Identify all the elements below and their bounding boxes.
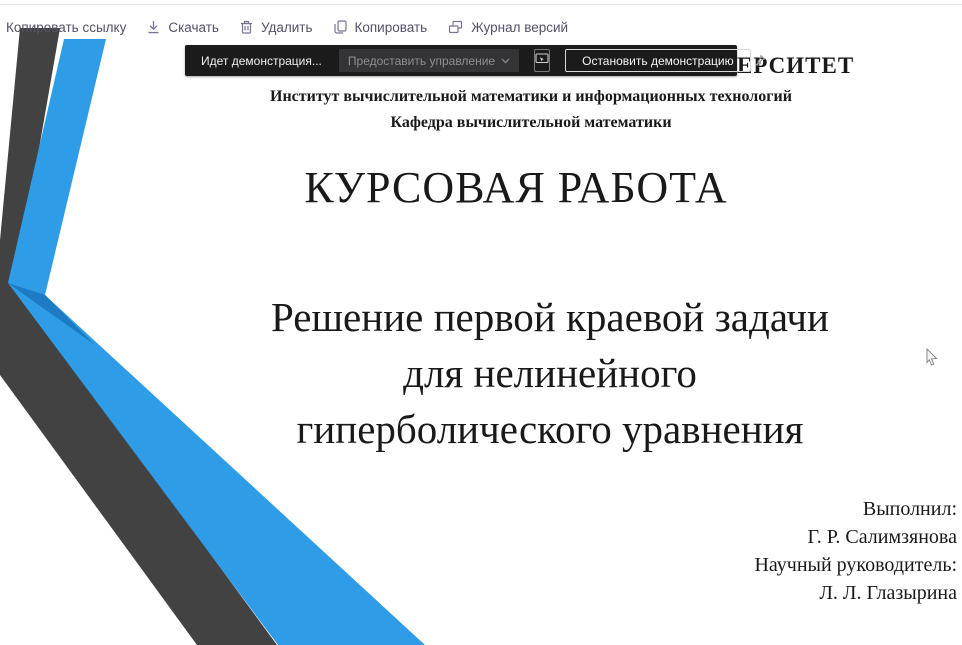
copy-button[interactable]: Копировать: [334, 20, 428, 35]
download-icon: [147, 20, 160, 34]
version-history-icon: [448, 20, 463, 34]
delete-label: Удалить: [261, 20, 313, 35]
copy-label: Копировать: [355, 20, 428, 35]
credits-line-3: Научный руководитель:: [754, 551, 957, 579]
department-line: Кафедра вычислительной математики: [51, 110, 962, 136]
version-history-label: Журнал версий: [471, 20, 568, 35]
title-line-1: Решение первой краевой задачи: [150, 289, 950, 345]
download-label: Скачать: [168, 20, 219, 35]
slide-main-title: Решение первой краевой задачи для нелине…: [150, 289, 950, 457]
give-control-button[interactable]: Предоставить управление: [339, 49, 519, 72]
pin-icon[interactable]: [751, 52, 768, 69]
share-screen-icon: [535, 53, 549, 68]
share-screen-button[interactable]: [534, 49, 550, 72]
title-line-2: для нелинейного: [150, 345, 950, 401]
give-control-label: Предоставить управление: [348, 54, 495, 68]
delete-button[interactable]: Удалить: [240, 20, 313, 35]
presentation-control-bar: Идет демонстрация... Предоставить управл…: [185, 45, 737, 76]
copy-link-button[interactable]: Копировать ссылку: [6, 20, 126, 35]
download-button[interactable]: Скачать: [147, 20, 219, 35]
credits-line-4: Л. Л. Глазырина: [754, 579, 957, 607]
version-history-button[interactable]: Журнал версий: [448, 20, 568, 35]
screen: Копировать ссылку Скачать Удалить: [0, 0, 962, 645]
presentation-status-label: Идет демонстрация...: [201, 54, 322, 68]
file-command-toolbar: Копировать ссылку Скачать Удалить: [6, 13, 568, 41]
title-line-3: гиперболического уравнения: [150, 401, 950, 457]
institute-line: Институт вычислительной математики и инф…: [51, 84, 962, 110]
copy-icon: [334, 20, 347, 34]
credits-block: Выполнил: Г. Р. Салимзянова Научный руко…: [754, 495, 957, 607]
top-divider: [0, 4, 962, 5]
credits-line-1: Выполнил:: [754, 495, 957, 523]
chevron-down-icon: [501, 58, 510, 64]
credits-line-2: Г. Р. Салимзянова: [754, 523, 957, 551]
trash-icon: [240, 20, 253, 34]
work-type-title: КУРСОВАЯ РАБОТА: [136, 162, 896, 213]
stop-presentation-button[interactable]: Остановить демонстрацию: [565, 49, 750, 72]
institute-block: Институт вычислительной математики и инф…: [51, 84, 962, 136]
copy-link-label: Копировать ссылку: [6, 20, 126, 35]
